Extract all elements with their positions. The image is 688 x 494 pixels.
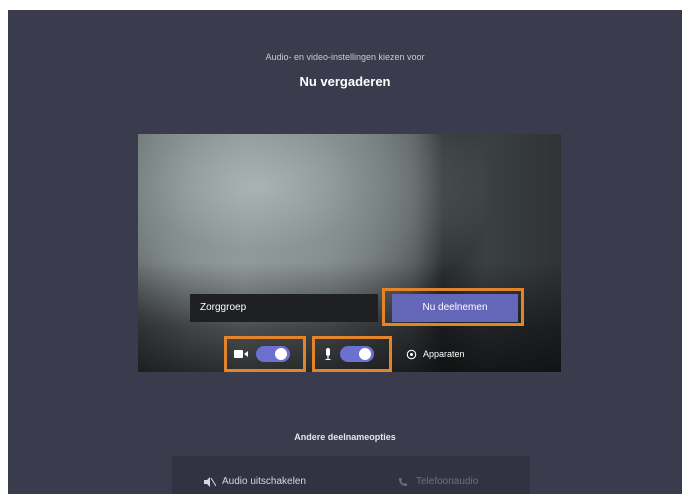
phone-audio-option[interactable]: Telefoonaudio: [398, 476, 478, 487]
devices-button[interactable]: Apparaten: [406, 344, 465, 364]
display-name-field[interactable]: Zorggroep: [190, 294, 378, 322]
camera-switch[interactable]: [256, 346, 290, 362]
meeting-prejoin-screen: Audio- en video-instellingen kiezen voor…: [8, 10, 682, 494]
meeting-title: Nu vergaderen: [299, 74, 391, 89]
microphone-icon: [324, 348, 332, 360]
audio-off-label: Audio uitschakelen: [222, 476, 306, 487]
prejoin-subtitle: Audio- en video-instellingen kiezen voor: [265, 52, 425, 62]
audio-off-option[interactable]: Audio uitschakelen: [204, 476, 306, 487]
video-preview: Zorggroep Nu deelnemen Apparaten: [138, 134, 561, 372]
phone-audio-label: Telefoonaudio: [416, 476, 479, 487]
mic-toggle[interactable]: [324, 344, 374, 364]
mic-switch[interactable]: [340, 346, 374, 362]
phone-icon: [398, 477, 408, 487]
mic-switch-knob: [359, 348, 371, 360]
camera-switch-knob: [275, 348, 287, 360]
other-options-bar: [172, 456, 530, 494]
camera-toggle[interactable]: [234, 344, 290, 364]
video-camera-icon: [234, 349, 248, 359]
join-now-button[interactable]: Nu deelnemen: [392, 294, 518, 322]
other-join-options-heading: Andere deelnameopties: [294, 432, 396, 442]
speaker-off-icon: [204, 476, 216, 487]
gear-icon: [406, 349, 417, 360]
devices-label: Apparaten: [423, 349, 465, 359]
